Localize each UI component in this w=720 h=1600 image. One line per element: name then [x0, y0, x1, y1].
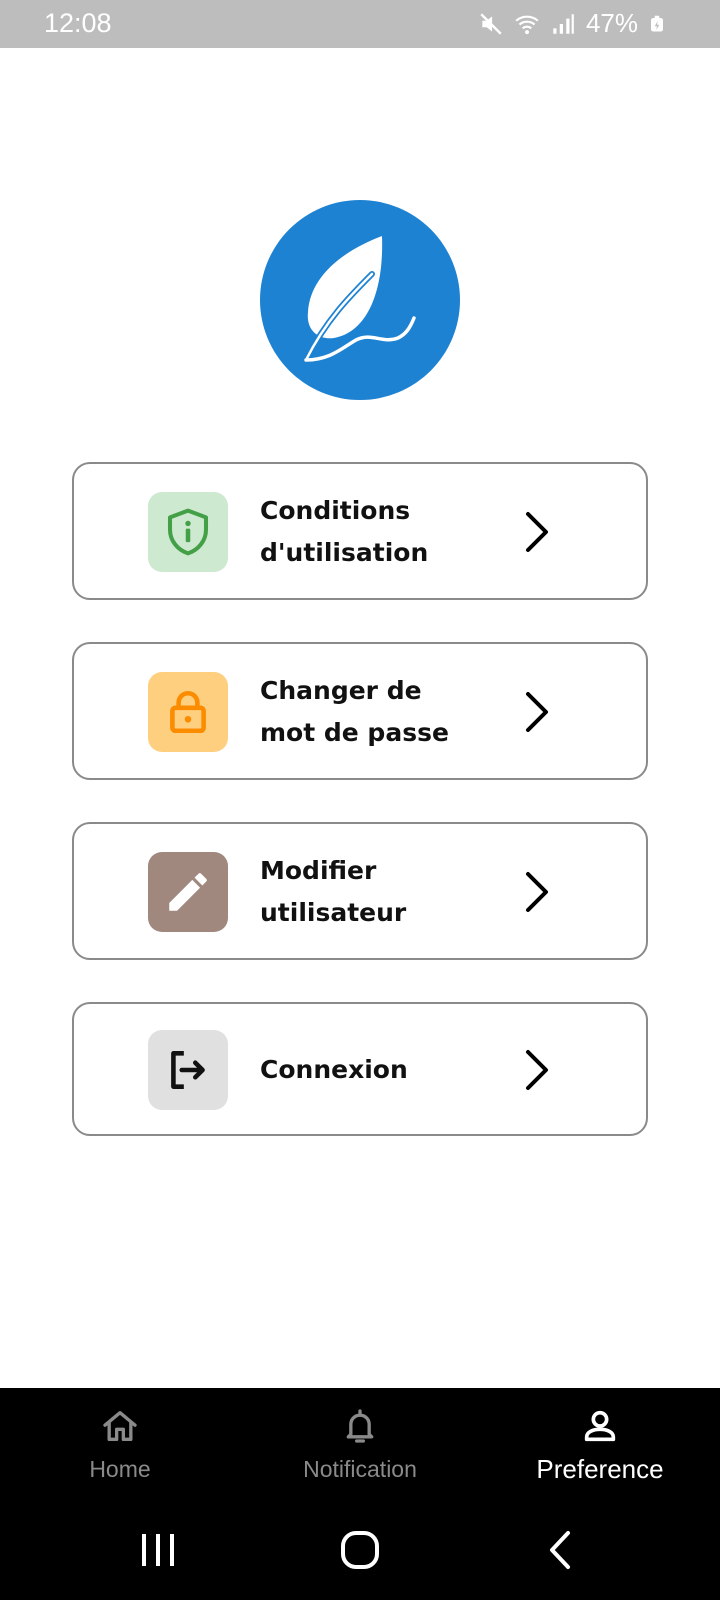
menu-item-conditions[interactable]: Conditions d'utilisation — [72, 462, 648, 600]
shield-info-icon — [167, 508, 209, 556]
nav-label: Notification — [303, 1456, 417, 1482]
icon-tile — [148, 672, 228, 752]
card-label: Conditions d'utilisation — [260, 496, 429, 567]
back-button[interactable] — [540, 1528, 584, 1572]
signal-icon — [553, 13, 574, 34]
menu-item-login[interactable]: Connexion — [72, 1002, 648, 1136]
nav-label: Preference — [536, 1454, 664, 1484]
nav-notification[interactable]: Notification — [240, 1388, 480, 1498]
wifi-icon — [515, 15, 539, 34]
leaf-icon — [303, 236, 416, 363]
status-icons: 47% — [478, 8, 666, 39]
home-button[interactable] — [338, 1528, 382, 1572]
lock-icon — [170, 690, 206, 734]
bell-icon — [346, 1409, 374, 1443]
icon-tile — [148, 852, 228, 932]
person-icon — [584, 1410, 616, 1442]
chevron-right-icon — [526, 872, 548, 912]
menu-item-edit-user[interactable]: Modifier utilisateur — [72, 822, 648, 960]
mute-icon — [480, 12, 502, 35]
battery-percent: 47% — [585, 8, 638, 38]
nav-home[interactable]: Home — [0, 1388, 240, 1498]
nav-label: Home — [89, 1456, 151, 1482]
nav-preference[interactable]: Preference — [480, 1388, 720, 1498]
icon-tile — [148, 492, 228, 572]
battery-icon — [651, 15, 663, 31]
system-navigation — [0, 1500, 720, 1600]
status-bar: 12:08 47% — [0, 0, 720, 48]
chevron-right-icon — [526, 512, 548, 552]
chevron-right-icon — [526, 1050, 548, 1090]
menu-item-change-password[interactable]: Changer de mot de passe — [72, 642, 648, 780]
logout-icon — [171, 1051, 205, 1089]
icon-tile — [148, 1030, 228, 1110]
edit-icon — [169, 873, 207, 911]
card-label: Modifier utilisateur — [260, 856, 407, 927]
home-icon — [103, 1411, 137, 1441]
card-label: Changer de mot de passe — [260, 676, 449, 747]
card-label: Connexion — [260, 1055, 408, 1084]
recents-button[interactable] — [136, 1528, 180, 1572]
chevron-right-icon — [526, 692, 548, 732]
status-time: 12:08 — [44, 8, 112, 38]
app-logo — [260, 200, 460, 400]
